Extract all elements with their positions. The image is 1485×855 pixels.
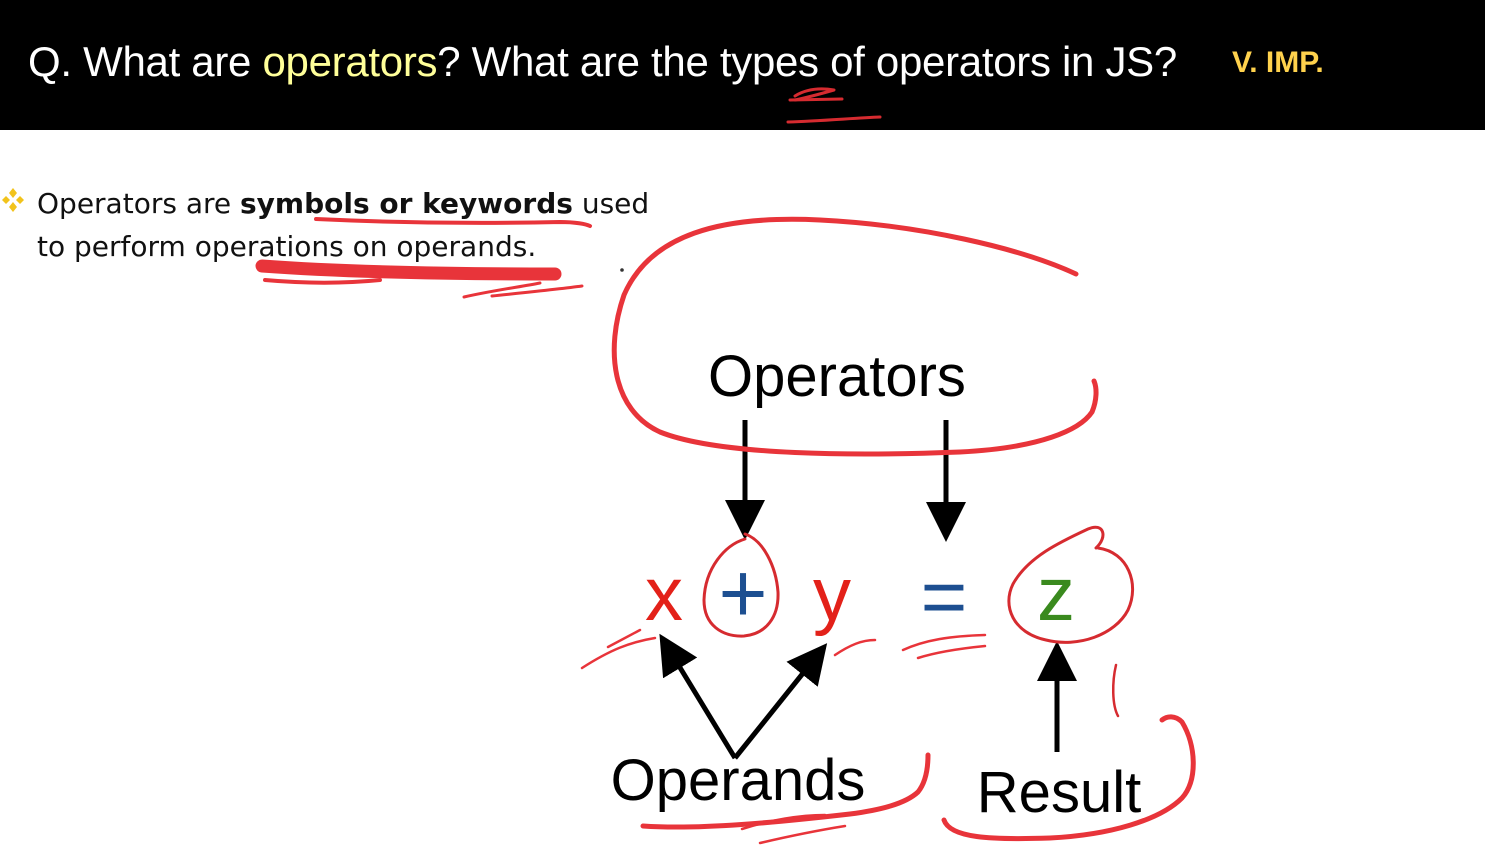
operands-arrow-y	[733, 643, 828, 760]
operand-x: x	[645, 552, 683, 637]
equals-sign: =	[921, 552, 968, 641]
operators-label: Operators	[708, 344, 966, 409]
operand-y: y	[813, 552, 851, 637]
operands-arrow-x	[659, 633, 738, 760]
result-z: z	[1037, 552, 1075, 637]
operators-diagram: Operators x + y = z Operands Result	[611, 344, 1142, 825]
operands-label: Operands	[611, 748, 866, 813]
result-label: Result	[977, 760, 1141, 825]
operator-plus: +	[718, 546, 767, 640]
